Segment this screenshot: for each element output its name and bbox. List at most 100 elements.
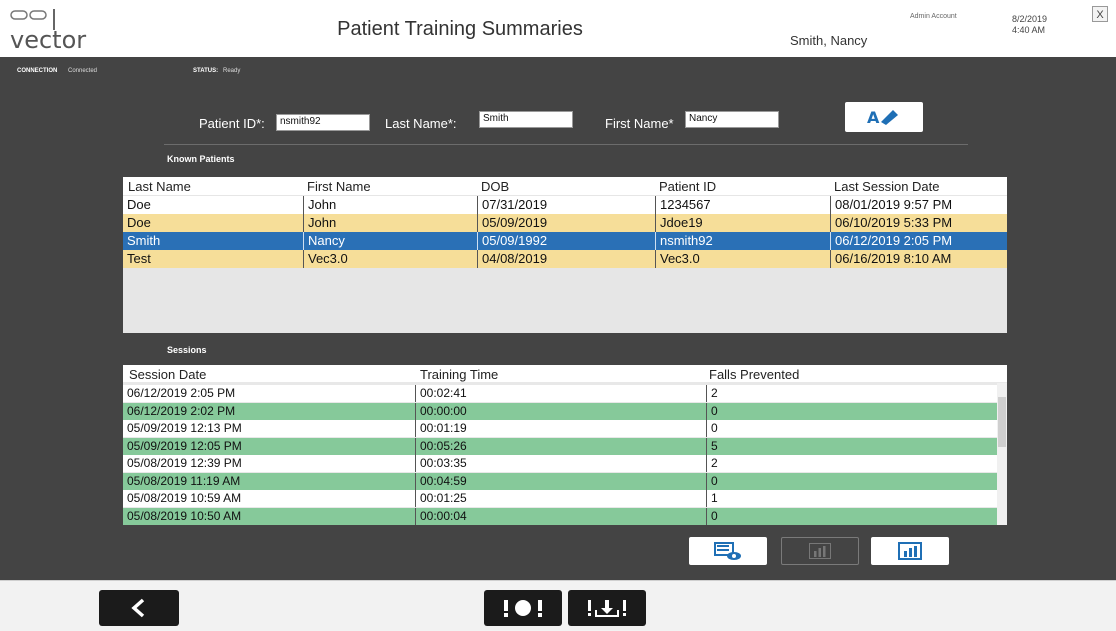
table-cell: Nancy bbox=[303, 232, 477, 250]
connection-value: Connected bbox=[68, 68, 98, 74]
alert-button[interactable] bbox=[484, 590, 562, 626]
time-text: 4:40 AM bbox=[1012, 25, 1046, 35]
session-row[interactable]: 05/09/2019 12:05 PM 00:05:26 5 bbox=[123, 437, 997, 455]
table-cell: 08/01/2019 9:57 PM bbox=[830, 196, 1007, 214]
chart-button-disabled[interactable] bbox=[781, 537, 859, 565]
table-cell: Doe bbox=[127, 215, 151, 230]
sessions-scrollbar[interactable] bbox=[997, 383, 1007, 525]
column-header[interactable]: DOB bbox=[481, 179, 509, 194]
table-cell: 1234567 bbox=[655, 196, 830, 214]
table-cell: 00:01:25 bbox=[415, 490, 706, 507]
table-cell: Jdoe19 bbox=[655, 214, 830, 232]
table-cell: 0 bbox=[706, 507, 997, 525]
patient-id-label: Patient ID*: bbox=[199, 116, 265, 131]
last-name-input[interactable]: Smith bbox=[479, 111, 573, 128]
column-header[interactable]: Falls Prevented bbox=[709, 367, 799, 382]
table-cell: Vec3.0 bbox=[655, 250, 830, 268]
patient-id-input[interactable]: nsmith92 bbox=[276, 114, 370, 131]
table-cell: Test bbox=[127, 251, 151, 266]
session-row[interactable]: 05/08/2019 10:59 AM 00:01:25 1 bbox=[123, 490, 997, 507]
table-cell: 05/08/2019 10:59 AM bbox=[127, 491, 242, 505]
divider bbox=[164, 144, 968, 145]
edit-patient-button[interactable]: A bbox=[845, 102, 923, 132]
status-label: STATUS: bbox=[193, 68, 219, 74]
bar-chart-icon bbox=[898, 542, 922, 565]
table-cell: 05/09/1992 bbox=[477, 232, 655, 250]
known-patients-title: Known Patients bbox=[167, 154, 235, 164]
svg-text:vector: vector bbox=[10, 26, 86, 53]
svg-text:A: A bbox=[867, 108, 880, 127]
table-row[interactable]: Doe John 07/31/2019 1234567 08/01/2019 9:57 … bbox=[123, 196, 1007, 214]
table-cell: 0 bbox=[706, 402, 997, 420]
back-button[interactable] bbox=[99, 590, 179, 626]
session-row[interactable]: 05/08/2019 11:19 AM 00:04:59 0 bbox=[123, 472, 997, 490]
current-patient-name: Smith, Nancy bbox=[790, 33, 868, 48]
table-cell: 0 bbox=[706, 420, 997, 437]
scrollbar-thumb[interactable] bbox=[998, 397, 1006, 447]
column-header[interactable]: First Name bbox=[307, 179, 371, 194]
sessions-header: Session Date Training Time Falls Prevent… bbox=[123, 365, 1007, 382]
table-cell: 2 bbox=[706, 455, 997, 472]
table-cell: 05/08/2019 10:50 AM bbox=[127, 508, 242, 523]
first-name-label: First Name* bbox=[605, 116, 674, 131]
table-cell: 00:01:19 bbox=[415, 420, 706, 437]
app-header: vector Patient Training Summaries Smith,… bbox=[0, 0, 1116, 57]
table-cell: 06/16/2019 8:10 AM bbox=[830, 250, 1007, 268]
sessions-table: Session Date Training Time Falls Prevent… bbox=[123, 365, 1007, 525]
table-cell: 00:00:00 bbox=[415, 402, 706, 420]
table-cell: Vec3.0 bbox=[303, 250, 477, 268]
table-cell: John bbox=[303, 214, 477, 232]
column-header[interactable]: Training Time bbox=[420, 367, 498, 382]
alert-icon bbox=[501, 598, 545, 623]
download-button[interactable] bbox=[568, 590, 646, 626]
table-cell: 00:02:41 bbox=[415, 385, 706, 402]
table-cell: 05/08/2019 11:19 AM bbox=[127, 473, 241, 488]
table-cell: 05/09/2019 12:13 PM bbox=[127, 421, 242, 435]
table-cell: 1 bbox=[706, 490, 997, 507]
table-cell: 00:03:35 bbox=[415, 455, 706, 472]
table-cell: 00:04:59 bbox=[415, 472, 706, 490]
table-cell: 00:05:26 bbox=[415, 437, 706, 455]
column-header[interactable]: Session Date bbox=[129, 367, 206, 382]
table-cell: 07/31/2019 bbox=[477, 196, 655, 214]
first-name-input[interactable]: Nancy bbox=[685, 111, 779, 128]
chevron-left-icon bbox=[129, 598, 149, 623]
date-time: 8/2/2019 4:40 AM bbox=[1012, 14, 1047, 36]
sessions-title: Sessions bbox=[167, 345, 207, 355]
table-cell: 5 bbox=[706, 437, 997, 455]
page-title: Patient Training Summaries bbox=[337, 18, 583, 40]
table-cell: 0 bbox=[706, 472, 997, 490]
column-header[interactable]: Last Session Date bbox=[834, 179, 940, 194]
vector-logo: vector bbox=[10, 8, 140, 54]
column-header[interactable]: Patient ID bbox=[659, 179, 716, 194]
session-row[interactable]: 05/08/2019 10:50 AM 00:00:04 0 bbox=[123, 507, 997, 525]
download-icon bbox=[585, 598, 629, 623]
view-sessions-icon bbox=[713, 541, 743, 566]
table-cell: John bbox=[303, 196, 477, 214]
table-cell: 05/09/2019 12:05 PM bbox=[127, 438, 242, 453]
table-cell: nsmith92 bbox=[655, 232, 830, 250]
session-row[interactable]: 06/12/2019 2:05 PM 00:02:41 2 bbox=[123, 385, 997, 402]
close-button[interactable]: X bbox=[1092, 6, 1108, 22]
table-row-selected[interactable]: Smith Nancy 05/09/1992 nsmith92 06/12/2019 2… bbox=[123, 232, 1007, 250]
table-row[interactable]: Test Vec3.0 04/08/2019 Vec3.0 06/16/2019 8:1… bbox=[123, 250, 1007, 268]
table-cell: 00:00:04 bbox=[415, 507, 706, 525]
bar-chart-icon bbox=[809, 543, 831, 564]
table-cell: 05/09/2019 bbox=[477, 214, 655, 232]
session-row[interactable]: 05/08/2019 12:39 PM 00:03:35 2 bbox=[123, 455, 997, 472]
date-text: 8/2/2019 bbox=[1012, 14, 1048, 24]
table-cell: Doe bbox=[127, 197, 151, 212]
session-row[interactable]: 06/12/2019 2:02 PM 00:00:00 0 bbox=[123, 402, 997, 420]
table-cell: 06/10/2019 5:33 PM bbox=[830, 214, 1007, 232]
table-cell: 06/12/2019 2:05 PM bbox=[127, 386, 236, 400]
column-header[interactable]: Last Name bbox=[128, 179, 191, 194]
known-patients-table: Last Name First Name DOB Patient ID Last… bbox=[123, 177, 1007, 333]
last-name-label: Last Name*: bbox=[385, 116, 457, 131]
table-cell: 06/12/2019 2:05 PM bbox=[830, 232, 1007, 250]
table-row[interactable]: Doe John 05/09/2019 Jdoe19 06/10/2019 5:33 P… bbox=[123, 214, 1007, 232]
table-cell: Smith bbox=[127, 233, 161, 248]
chart-button[interactable] bbox=[871, 537, 949, 565]
session-row[interactable]: 05/09/2019 12:13 PM 00:01:19 0 bbox=[123, 420, 997, 437]
view-sessions-button[interactable] bbox=[689, 537, 767, 565]
status-value: Ready bbox=[223, 68, 241, 74]
